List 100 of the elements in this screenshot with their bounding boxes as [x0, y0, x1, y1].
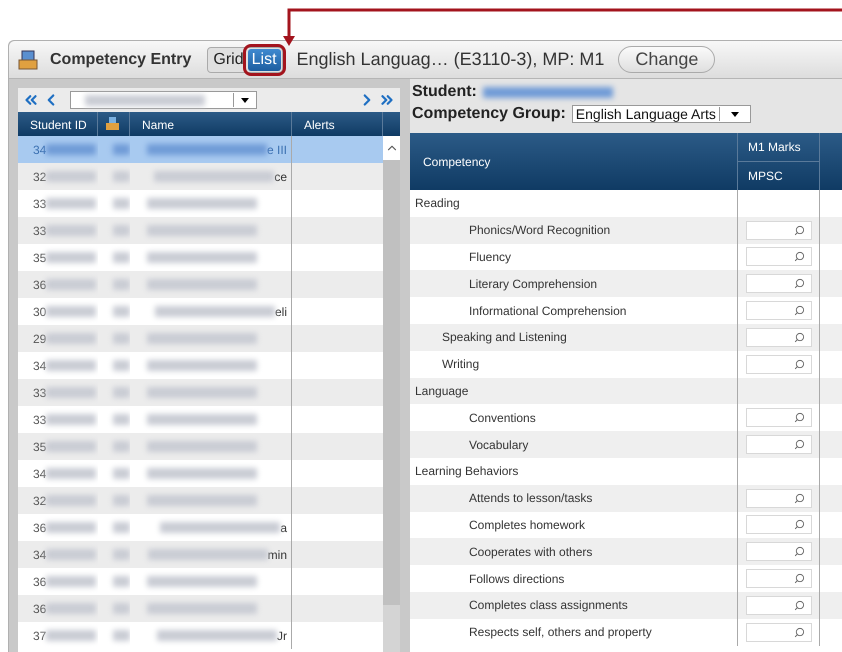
student-id: 34 — [33, 142, 46, 156]
search-icon — [794, 600, 804, 611]
student-row[interactable]: 33 — [18, 379, 383, 406]
window-title: Competency Entry — [50, 50, 192, 68]
student-id: 34 — [33, 358, 46, 372]
student-row[interactable]: 32 ce — [18, 163, 383, 190]
search-icon — [794, 546, 804, 558]
student-id: 35 — [33, 440, 46, 454]
change-button[interactable]: Change — [618, 46, 716, 73]
view-toggle-option[interactable]: Grid — [209, 48, 248, 70]
student-row[interactable]: 29 — [18, 325, 383, 352]
blurred-text — [46, 630, 96, 641]
blurred-text — [46, 414, 96, 425]
student-row[interactable]: 36 — [18, 595, 383, 622]
scrollbar[interactable] — [383, 136, 400, 652]
mark-field[interactable] — [746, 515, 812, 534]
blurred-text — [113, 603, 130, 614]
student-id: 36 — [33, 520, 46, 534]
mark-field[interactable] — [746, 569, 812, 588]
mark-field[interactable] — [746, 435, 812, 454]
student-name: Jr — [277, 628, 287, 642]
student-row[interactable]: 33 — [18, 217, 383, 244]
column-header[interactable]: M1 Marks — [738, 133, 819, 161]
search-icon — [794, 224, 804, 236]
blurred-text — [113, 630, 130, 641]
blurred-text — [46, 576, 96, 587]
student-row[interactable]: 32 — [18, 487, 383, 514]
mark-field[interactable] — [746, 542, 812, 562]
student-row[interactable]: 34 min — [18, 541, 383, 568]
student-icon — [106, 117, 119, 130]
view-toggle-option[interactable]: List — [248, 48, 281, 70]
search-icon — [794, 278, 804, 290]
blurred-text — [113, 360, 130, 371]
blurred-text — [113, 144, 130, 155]
student-id: 33 — [33, 412, 46, 426]
student-id: 34 — [33, 466, 46, 480]
competency-group-label: Competency Group: — [412, 105, 566, 123]
blurred-text — [113, 333, 130, 344]
blurred-text — [46, 333, 96, 344]
mark-field[interactable] — [746, 596, 812, 615]
search-icon — [794, 305, 804, 316]
student-id: 33 — [33, 224, 46, 238]
dropdown-arrow-icon — [241, 98, 249, 102]
student-label: Student: — [412, 83, 477, 101]
student-id: 32 — [33, 494, 46, 508]
blurred-text — [46, 387, 96, 398]
competency-group-dropdown[interactable]: English Language Arts — [572, 105, 751, 123]
blurred-text — [113, 549, 130, 560]
blurred-text — [113, 441, 130, 452]
student-dropdown[interactable] — [70, 91, 257, 109]
blurred-text — [113, 306, 130, 317]
student-name: min — [268, 548, 287, 562]
blurred-text — [46, 441, 96, 452]
search-icon — [794, 519, 804, 530]
blurred-text — [46, 522, 96, 533]
student-id: 36 — [33, 602, 46, 616]
blurred-text — [113, 468, 130, 479]
mark-field[interactable] — [746, 220, 812, 240]
mark-field[interactable] — [746, 622, 812, 642]
blurred-text — [46, 468, 96, 479]
blurred-text — [113, 198, 130, 209]
mark-field[interactable] — [746, 488, 812, 508]
mark-field[interactable] — [746, 247, 812, 266]
student-row[interactable]: 36 — [18, 271, 383, 298]
student-id: 34 — [33, 548, 46, 562]
blurred-text — [113, 414, 130, 425]
student-row[interactable]: 35 — [18, 433, 383, 460]
blurred-text — [46, 306, 96, 317]
blurred-text — [113, 279, 130, 290]
mark-field[interactable] — [746, 301, 812, 320]
student-id: 30 — [33, 304, 46, 318]
blurred-text — [46, 549, 96, 560]
blurred-text — [113, 495, 130, 506]
blurred-text — [113, 576, 130, 587]
blurred-text — [46, 144, 96, 155]
student-name: ce — [274, 170, 287, 184]
blurred-text — [46, 360, 96, 371]
mark-field[interactable] — [746, 328, 812, 347]
blurred-text — [46, 495, 96, 506]
dropdown-arrow-icon — [730, 112, 739, 116]
student-name: e III — [266, 142, 287, 156]
mark-field[interactable] — [746, 354, 812, 374]
student-id: 29 — [33, 332, 46, 346]
search-icon — [794, 626, 804, 638]
student-id: 33 — [33, 386, 46, 400]
mark-field[interactable] — [746, 274, 812, 294]
student-id: 36 — [33, 574, 46, 588]
search-icon — [794, 492, 804, 504]
mark-field[interactable] — [746, 408, 812, 428]
section-title: English Languag… (E3110-3), MP: M1 — [296, 49, 604, 70]
student-id: 36 — [33, 278, 46, 292]
blurred-text — [113, 171, 130, 182]
search-icon — [794, 332, 804, 343]
blurred-text — [113, 225, 130, 236]
student-id: 33 — [33, 196, 46, 210]
blurred-text — [113, 252, 130, 263]
blurred-text — [113, 522, 130, 533]
search-icon — [794, 358, 804, 370]
competency-name: Respects self, others and property — [410, 618, 738, 646]
app-icon — [18, 50, 38, 70]
